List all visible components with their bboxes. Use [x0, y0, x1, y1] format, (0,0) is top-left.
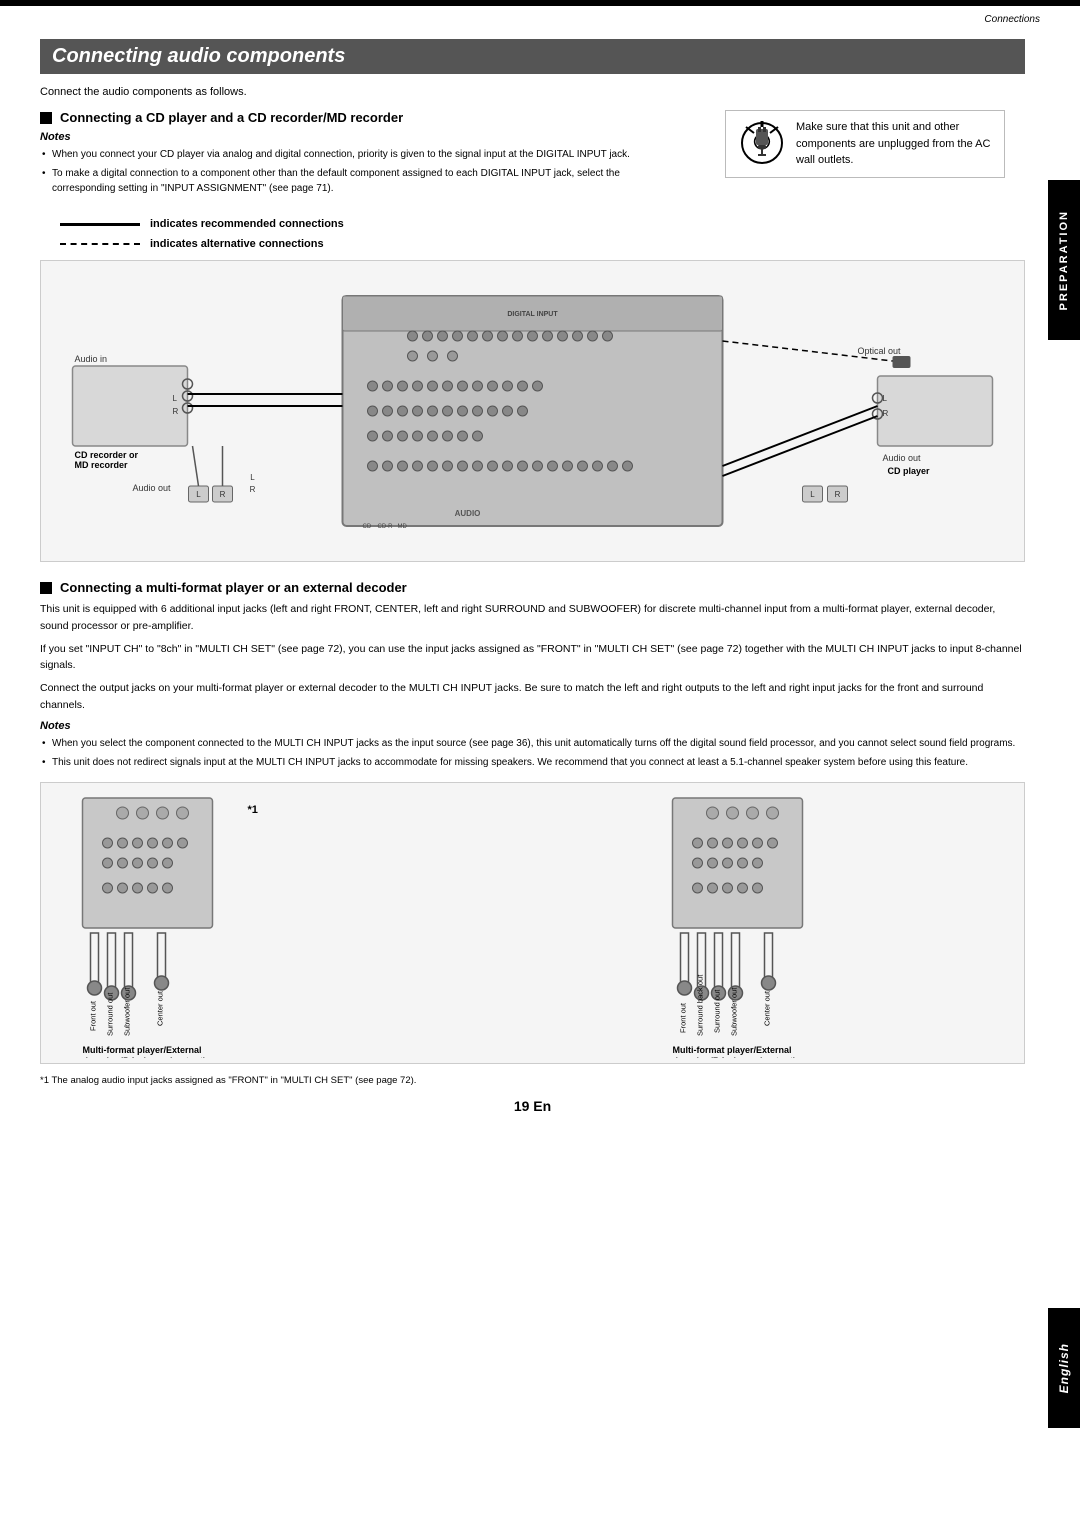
dashed-line-icon [60, 243, 140, 245]
note-item: When you select the component connected … [40, 736, 1025, 751]
svg-text:CD: CD [363, 524, 372, 530]
connections-label: Connections [0, 6, 1080, 29]
note-item: When you connect your CD player via anal… [40, 147, 685, 162]
svg-text:AUDIO: AUDIO [455, 509, 481, 518]
svg-text:R: R [250, 485, 256, 494]
footnote: *1 The analog audio input jacks assigned… [40, 1074, 1025, 1088]
legend-solid: indicates recommended connections [60, 218, 1025, 230]
svg-text:CD-R: CD-R [378, 524, 394, 530]
svg-text:L: L [250, 473, 255, 482]
svg-text:Center out: Center out [763, 990, 772, 1026]
legend-dashed: indicates alternative connections [60, 238, 1025, 250]
notes-heading-2: Notes [40, 720, 1025, 732]
body-text-2: If you set "INPUT CH" to "8ch" in "MULTI… [40, 641, 1025, 675]
svg-text:MD recorder: MD recorder [75, 460, 129, 470]
svg-text:L: L [173, 394, 178, 403]
svg-text:DIGITAL INPUT: DIGITAL INPUT [507, 311, 558, 318]
notes-list-2: When you select the component connected … [40, 736, 1025, 770]
top-section: Connecting a CD player and a CD recorder… [40, 110, 1025, 208]
svg-text:Surround back out: Surround back out [696, 974, 705, 1036]
solid-line-icon [60, 223, 140, 226]
diagram-2-container: Front out Surround out Subwoofer out Cen… [40, 782, 1025, 1064]
page-title: Connecting audio components [52, 45, 1013, 68]
diagram-2-svg: Front out Surround out Subwoofer out Cen… [46, 788, 1019, 1058]
svg-text:L: L [196, 490, 201, 499]
svg-text:Multi-format player/External: Multi-format player/External [83, 1045, 202, 1055]
svg-text:Audio out: Audio out [133, 483, 172, 493]
intro-text: Connect the audio components as follows. [40, 86, 1025, 98]
main-content: Connecting audio components Connect the … [0, 29, 1080, 1154]
title-bar: Connecting audio components [40, 39, 1025, 74]
svg-text:Audio out: Audio out [883, 453, 922, 463]
svg-text:decoder (5.1-channel output): decoder (5.1-channel output) [83, 1056, 207, 1058]
svg-text:R: R [173, 407, 179, 416]
note-item: To make a digital connection to a compon… [40, 166, 685, 196]
warning-box: ⏻ Make sure that this unit and other com… [725, 110, 1005, 178]
section1-heading: Connecting a CD player and a CD recorder… [40, 110, 685, 125]
diagram-1-container: L R Audio in CD recorder or MD recorder … [40, 260, 1025, 562]
svg-text:Multi-format player/External: Multi-format player/External [673, 1045, 792, 1055]
svg-text:L: L [810, 490, 815, 499]
svg-text:R: R [835, 490, 841, 499]
left-column: Connecting a CD player and a CD recorder… [40, 110, 685, 208]
legend-area: indicates recommended connections indica… [60, 218, 1025, 250]
svg-text:MD: MD [398, 524, 408, 530]
notes-list-1: When you connect your CD player via anal… [40, 147, 685, 196]
notes-heading-1: Notes [40, 131, 685, 143]
svg-text:Surround out: Surround out [713, 989, 722, 1033]
svg-text:Front out: Front out [89, 1000, 98, 1031]
side-tab-english: English [1048, 1308, 1080, 1428]
svg-text:L: L [883, 394, 888, 403]
plug-icon: ⏻ [738, 119, 786, 167]
section2: Connecting a multi-format player or an e… [40, 580, 1025, 770]
svg-text:*1: *1 [248, 804, 258, 816]
svg-text:Optical out: Optical out [858, 346, 902, 356]
legend-solid-label: indicates recommended connections [150, 218, 344, 230]
plug-svg: ⏻ [738, 119, 786, 167]
svg-text:Audio in: Audio in [75, 354, 108, 364]
svg-text:Subwoofer out: Subwoofer out [123, 986, 132, 1035]
black-square-icon-2 [40, 582, 52, 594]
svg-text:CD player: CD player [888, 466, 931, 476]
legend-dashed-label: indicates alternative connections [150, 238, 324, 250]
svg-text:Surround out: Surround out [106, 992, 115, 1036]
svg-text:R: R [883, 409, 889, 418]
page-number: 19 En [40, 1088, 1025, 1134]
svg-text:CD recorder or: CD recorder or [75, 450, 139, 460]
note-item: This unit does not redirect signals inpu… [40, 755, 1025, 770]
body-text-3: Connect the output jacks on your multi-f… [40, 680, 1025, 714]
svg-text:Center out: Center out [156, 990, 165, 1026]
svg-text:R: R [220, 490, 226, 499]
diagram-1-svg: L R Audio in CD recorder or MD recorder … [46, 266, 1019, 556]
body-text-1: This unit is equipped with 6 additional … [40, 601, 1025, 635]
warning-text: Make sure that this unit and other compo… [796, 119, 992, 169]
side-tab-preparation: PREPARATION [1048, 180, 1080, 340]
svg-text:Subwoofer out: Subwoofer out [730, 986, 739, 1035]
svg-text:Front out: Front out [679, 1002, 688, 1033]
svg-text:decoder (7.1-channel output): decoder (7.1-channel output) [673, 1056, 797, 1058]
page-wrapper: Connections PREPARATION English Connecti… [0, 0, 1080, 1528]
black-square-icon [40, 112, 52, 124]
section2-heading: Connecting a multi-format player or an e… [40, 580, 1025, 595]
